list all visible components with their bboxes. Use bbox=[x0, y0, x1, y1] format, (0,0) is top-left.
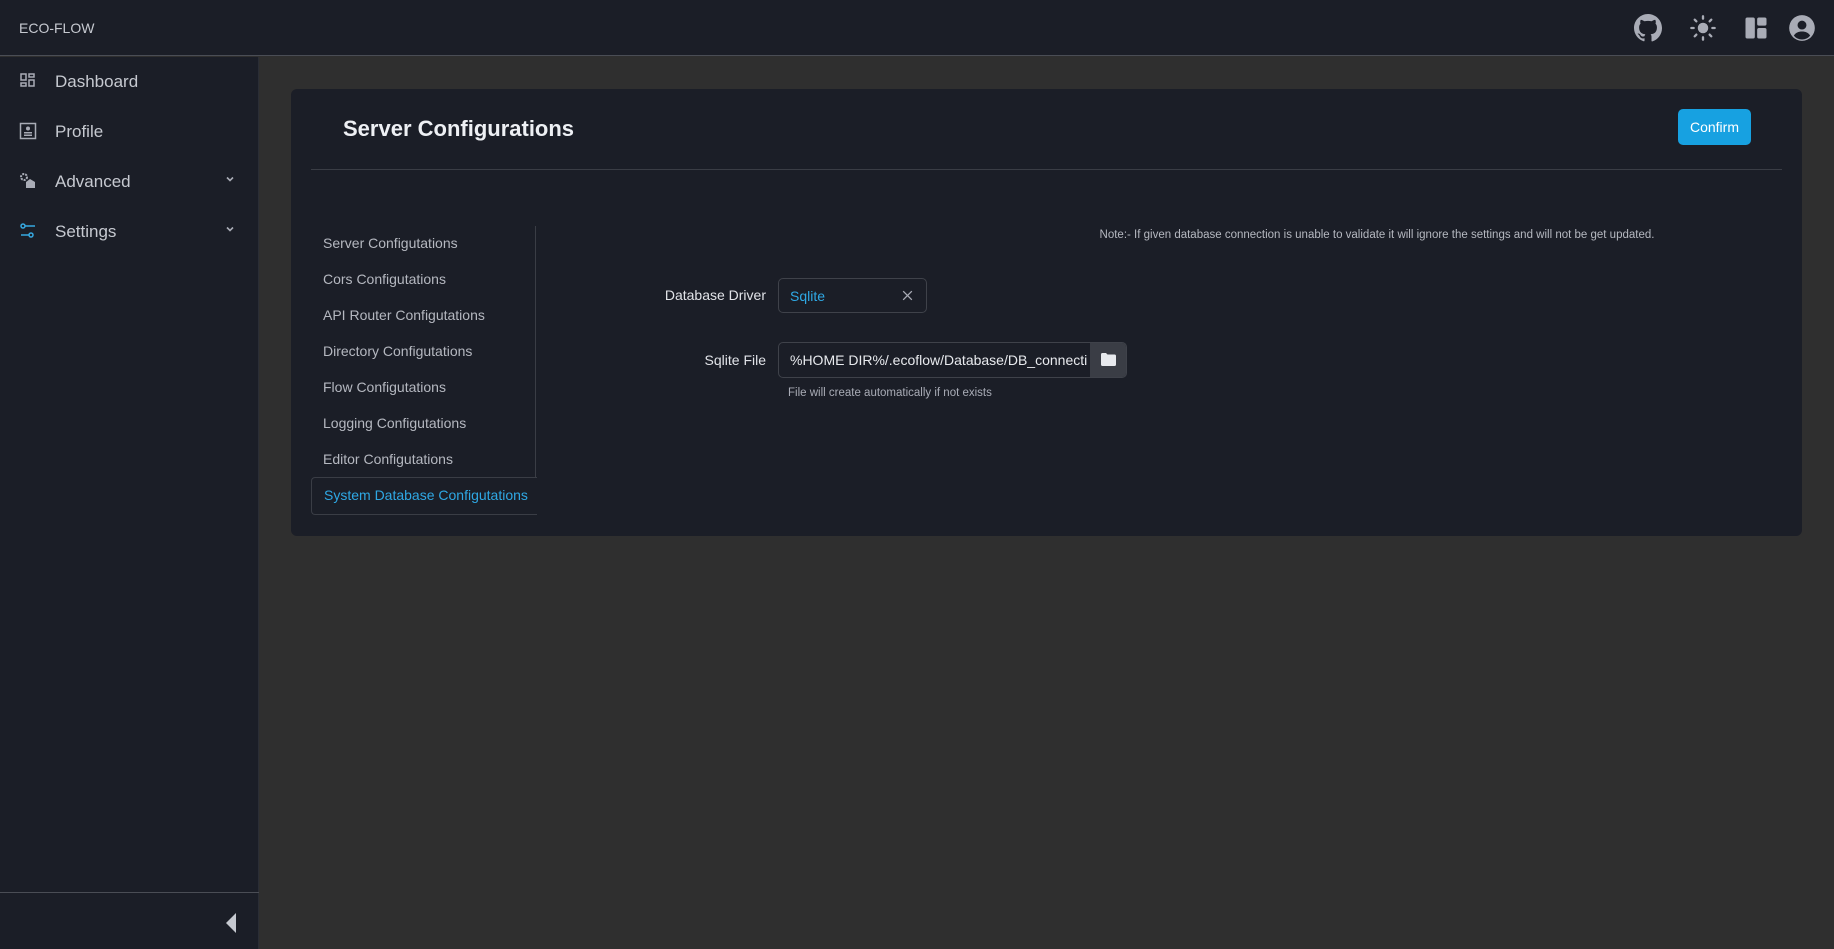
sidebar-item-label: Settings bbox=[55, 222, 117, 241]
layout-icon[interactable] bbox=[1742, 14, 1770, 42]
sidebar-item-label: Dashboard bbox=[55, 72, 139, 91]
subnav-flow[interactable]: Flow Configutations bbox=[311, 370, 536, 406]
subnav-api-router[interactable]: API Router Configutations bbox=[311, 298, 536, 334]
folder-icon bbox=[1101, 353, 1116, 366]
subnav-editor[interactable]: Editor Configutations bbox=[311, 442, 536, 478]
confirm-button[interactable]: Confirm bbox=[1678, 109, 1751, 145]
sidebar-item-profile[interactable]: Profile bbox=[0, 110, 259, 154]
sqlite-file-input[interactable] bbox=[779, 343, 1090, 377]
settings-sliders-icon bbox=[20, 223, 35, 238]
page-title: Server Configurations bbox=[343, 116, 575, 141]
clear-icon[interactable] bbox=[901, 289, 914, 302]
chevron-down-icon bbox=[226, 176, 234, 182]
advanced-icon bbox=[20, 173, 35, 188]
sidebar-item-settings[interactable]: Settings bbox=[0, 210, 259, 254]
subnav-cors[interactable]: Cors Configutations bbox=[311, 262, 536, 298]
sidebar-item-label: Profile bbox=[55, 122, 104, 141]
config-card: Server Configurations Confirm Server Con… bbox=[291, 89, 1802, 536]
collapse-sidebar-icon[interactable] bbox=[224, 913, 238, 933]
database-driver-label: Database Driver bbox=[664, 287, 766, 303]
top-header: ECO-FLOW bbox=[0, 0, 1834, 56]
database-driver-value: Sqlite bbox=[790, 288, 826, 304]
sidebar-item-dashboard[interactable]: Dashboard bbox=[0, 60, 259, 104]
sqlite-file-help: File will create automatically if not ex… bbox=[788, 387, 992, 399]
user-avatar-icon[interactable] bbox=[1788, 14, 1816, 42]
browse-folder-button[interactable] bbox=[1090, 343, 1126, 377]
divider bbox=[311, 169, 1782, 170]
sidebar-footer bbox=[0, 892, 259, 949]
subnav-system-database[interactable]: System Database Configutations bbox=[311, 477, 537, 515]
sqlite-file-field bbox=[778, 342, 1127, 378]
sun-icon[interactable] bbox=[1689, 14, 1717, 42]
sidebar-item-advanced[interactable]: Advanced bbox=[0, 160, 259, 204]
sidebar-item-label: Advanced bbox=[55, 172, 131, 191]
subnav-logging[interactable]: Logging Configutations bbox=[311, 406, 536, 442]
sidebar: Dashboard Profile Advanced Settings bbox=[0, 57, 259, 949]
chevron-down-icon bbox=[226, 226, 234, 232]
dashboard-icon bbox=[20, 73, 35, 87]
database-driver-select[interactable]: Sqlite bbox=[778, 278, 927, 313]
note-text: Note:- If given database connection is u… bbox=[1099, 229, 1655, 241]
app-brand: ECO-FLOW bbox=[19, 20, 95, 36]
subnav-server[interactable]: Server Configutations bbox=[311, 226, 536, 262]
profile-icon bbox=[19, 122, 37, 140]
sqlite-file-label: Sqlite File bbox=[704, 352, 766, 368]
subnav-directory[interactable]: Directory Configutations bbox=[311, 334, 536, 370]
github-icon[interactable] bbox=[1634, 14, 1662, 42]
config-subnav: Server Configutations Cors Configutation… bbox=[311, 226, 537, 515]
